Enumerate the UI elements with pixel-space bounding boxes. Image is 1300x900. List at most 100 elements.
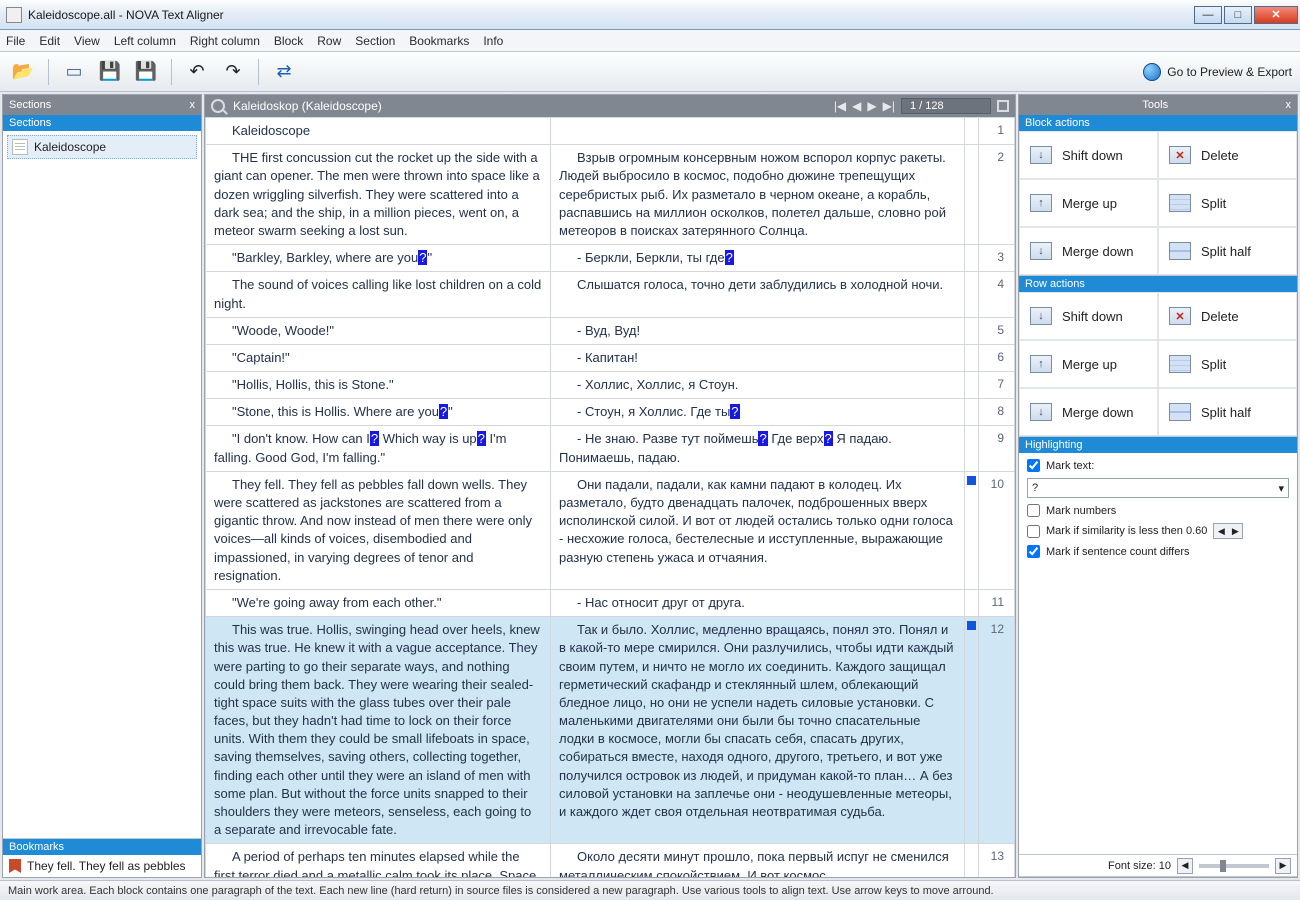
section-item[interactable]: Kaleidoscope [7,135,197,159]
row-shift-down-button[interactable]: Shift down [1019,292,1158,340]
cell-row-number: 6 [979,344,1015,371]
sections-panel-close-button[interactable]: x [190,99,196,111]
cell-left[interactable]: This was true. Hollis, swinging head ove… [206,617,551,844]
table-row[interactable]: "Captain!"- Капитан! 6 [206,344,1015,371]
cell-right[interactable]: - Капитан! [551,344,965,371]
cell-right[interactable]: - Нас относит друг от друга. [551,589,965,616]
table-row[interactable]: Kaleidoscope1 [206,118,1015,145]
open-button[interactable]: 📂 [8,57,38,87]
block-delete-button[interactable]: Delete [1158,131,1297,179]
cell-left[interactable]: "Captain!" [206,344,551,371]
mark-numbers-checkbox[interactable] [1027,504,1040,517]
cell-left[interactable]: The sound of voices calling like lost ch… [206,272,551,317]
nav-first-button[interactable]: |◀ [834,99,846,113]
table-row[interactable]: This was true. Hollis, swinging head ove… [206,617,1015,844]
table-row[interactable]: "We're going away from each other."- Нас… [206,589,1015,616]
cell-left[interactable]: "We're going away from each other." [206,589,551,616]
section-item-label: Kaleidoscope [34,140,106,154]
nav-last-button[interactable]: ▶| [883,99,895,113]
row-split-half-button[interactable]: Split half [1158,388,1297,436]
cell-right[interactable]: Они падали, падали, как камни падают в к… [551,471,965,589]
similarity-checkbox[interactable] [1027,525,1040,538]
cell-left[interactable]: THE first concussion cut the rocket up t… [206,145,551,245]
page-indicator[interactable]: 1 / 128 [901,98,991,114]
nav-prev-button[interactable]: ◀ [852,99,861,113]
mark-text-checkbox[interactable] [1027,459,1040,472]
table-row[interactable]: The sound of voices calling like lost ch… [206,272,1015,317]
block-split-button[interactable]: Split [1158,179,1297,227]
row-delete-button[interactable]: Delete [1158,292,1297,340]
window-maximize-button[interactable]: □ [1224,6,1252,24]
cell-left[interactable]: "Stone, this is Hollis. Where are you?" [206,399,551,426]
bookmark-item[interactable]: They fell. They fell as pebbles [3,855,201,877]
table-row[interactable]: THE first concussion cut the rocket up t… [206,145,1015,245]
row-merge-up-button[interactable]: Merge up [1019,340,1158,388]
block-shift-down-button[interactable]: Shift down [1019,131,1158,179]
cell-right[interactable]: Так и было. Холлис, медленно вращаясь, п… [551,617,965,844]
cell-right[interactable]: - Беркли, Беркли, ты где? [551,245,965,272]
cell-right[interactable] [551,118,965,145]
menu-info[interactable]: Info [483,34,503,48]
menu-edit[interactable]: Edit [39,34,60,48]
cell-left[interactable]: A period of perhaps ten minutes elapsed … [206,844,551,877]
cell-left[interactable]: "Hollis, Hollis, this is Stone." [206,372,551,399]
undo-button[interactable]: ↶ [182,57,212,87]
nav-next-button[interactable]: ▶ [867,99,876,113]
cell-right[interactable]: Около десяти минут прошло, пока первый и… [551,844,965,877]
menu-block[interactable]: Block [274,34,303,48]
table-row[interactable]: A period of perhaps ten minutes elapsed … [206,844,1015,877]
table-row[interactable]: "Stone, this is Hollis. Where are you?"-… [206,399,1015,426]
block-merge-down-button[interactable]: Merge down [1019,227,1158,275]
cell-left[interactable]: "I don't know. How can I? Which way is u… [206,426,551,471]
maximize-view-button[interactable] [997,100,1009,112]
cell-right[interactable]: Слышатся голоса, точно дети заблудились … [551,272,965,317]
menu-right-column[interactable]: Right column [190,34,260,48]
tools-panel-close-button[interactable]: x [1286,99,1292,111]
table-row[interactable]: "Woode, Woode!"- Вуд, Вуд!5 [206,317,1015,344]
search-icon[interactable] [211,99,225,113]
preview-export-button[interactable]: Go to Preview & Export [1143,63,1292,81]
cell-right[interactable]: - Холлис, Холлис, я Стоун. [551,372,965,399]
row-merge-down-button[interactable]: Merge down [1019,388,1158,436]
split-icon [1169,355,1191,373]
alignment-grid-scroll[interactable]: Kaleidoscope1THE first concussion cut th… [205,117,1015,877]
cell-left[interactable]: They fell. They fell as pebbles fall dow… [206,471,551,589]
cell-right[interactable]: - Стоун, я Холлис. Где ты? [551,399,965,426]
sentence-count-checkbox[interactable] [1027,545,1040,558]
cell-left[interactable]: Kaleidoscope [206,118,551,145]
table-row[interactable]: They fell. They fell as pebbles fall dow… [206,471,1015,589]
font-size-slider[interactable] [1199,864,1269,868]
menu-bookmarks[interactable]: Bookmarks [409,34,469,48]
redo-button[interactable]: ↷ [218,57,248,87]
cell-left[interactable]: "Woode, Woode!" [206,317,551,344]
cell-right[interactable]: Взрыв огромным консервным ножом вспорол … [551,145,965,245]
cell-right[interactable]: - Не знаю. Разве тут поймешь? Где верх? … [551,426,965,471]
cell-left[interactable]: "Barkley, Barkley, where are you?" [206,245,551,272]
save-button[interactable]: 💾 [95,57,125,87]
cell-right[interactable]: - Вуд, Вуд! [551,317,965,344]
block-actions-section: Block actions Shift down Delete Merge up… [1019,115,1297,276]
new-button[interactable]: ▭ [59,57,89,87]
menu-left-column[interactable]: Left column [114,34,176,48]
block-split-half-button[interactable]: Split half [1158,227,1297,275]
similarity-stepper[interactable]: ◀▶ [1213,523,1243,539]
menu-row[interactable]: Row [317,34,341,48]
table-row[interactable]: "Barkley, Barkley, where are you?"- Берк… [206,245,1015,272]
table-row[interactable]: "I don't know. How can I? Which way is u… [206,426,1015,471]
table-row[interactable]: "Hollis, Hollis, this is Stone."- Холлис… [206,372,1015,399]
save-all-button[interactable]: 💾 [131,57,161,87]
font-size-stepper[interactable]: ◀ [1177,858,1193,874]
window-minimize-button[interactable]: — [1194,6,1222,24]
menu-section[interactable]: Section [355,34,395,48]
menu-file[interactable]: File [6,34,25,48]
mark-text-label: Mark text: [1046,460,1094,472]
window-close-button[interactable]: ✕ [1254,6,1298,24]
mark-text-combo[interactable]: ? ▾ [1027,478,1289,498]
cell-row-number: 13 [979,844,1015,877]
font-size-stepper[interactable]: ▶ [1275,858,1291,874]
block-merge-up-button[interactable]: Merge up [1019,179,1158,227]
menu-view[interactable]: View [74,34,100,48]
swap-button[interactable]: ⇄ [269,57,299,87]
row-split-button[interactable]: Split [1158,340,1297,388]
globe-icon [1143,63,1161,81]
